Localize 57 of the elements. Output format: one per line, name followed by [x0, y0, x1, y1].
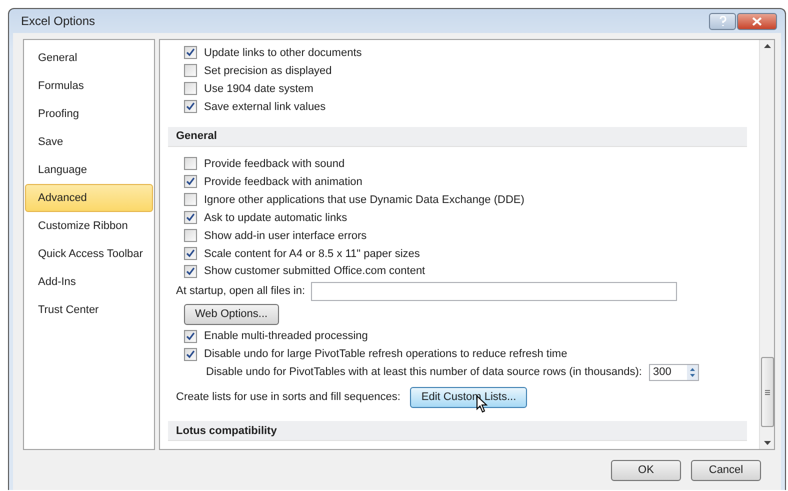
- section-header: Lotus compatibility: [168, 421, 747, 442]
- dialog-button[interactable]: Cancel: [691, 460, 761, 480]
- checkbox-label: Provide feedback with sound: [204, 158, 345, 170]
- checkbox[interactable]: [184, 264, 197, 278]
- checkbox-label: Save external link values: [204, 100, 326, 113]
- scroll-up-icon[interactable]: [764, 44, 770, 48]
- scroll-thumb[interactable]: [760, 357, 774, 427]
- checkbox[interactable]: [184, 229, 197, 242]
- checkbox[interactable]: [184, 193, 197, 206]
- sidebar-item[interactable]: Quick Access Toolbar: [25, 240, 153, 268]
- sidebar-item[interactable]: Proofing: [25, 100, 153, 128]
- spinner-arrows-icon[interactable]: [686, 364, 698, 380]
- spin-field[interactable]: 300: [648, 364, 699, 381]
- grip-icon: [764, 390, 770, 394]
- sidebar-item[interactable]: General: [25, 44, 153, 72]
- input-field[interactable]: [311, 282, 678, 301]
- checkbox-label: Show add-in user interface errors: [204, 230, 367, 242]
- checkbox[interactable]: [184, 100, 197, 114]
- checkbox[interactable]: [184, 211, 197, 224]
- sidebar-item[interactable]: Save: [25, 128, 153, 156]
- scrollbar[interactable]: [759, 40, 774, 449]
- checkbox[interactable]: [184, 46, 197, 60]
- checkbox-label: Show customer submitted Office.com content: [204, 265, 426, 278]
- action-label: Create lists for use in sorts and fill sequences:: [176, 391, 400, 404]
- sidebar-item[interactable]: Advanced: [25, 184, 153, 212]
- checkbox[interactable]: [184, 82, 197, 96]
- close-icon: [752, 16, 762, 26]
- sidebar-item[interactable]: Formulas: [25, 72, 153, 100]
- checkbox-label: Update links to other documents: [204, 46, 362, 59]
- section-header: General: [168, 126, 747, 147]
- checkbox[interactable]: [184, 330, 197, 343]
- web-options-button[interactable]: Web Options...: [184, 304, 279, 325]
- checkbox-label: Use 1904 date system: [204, 82, 314, 95]
- checkbox[interactable]: [184, 247, 197, 260]
- help-button[interactable]: [709, 12, 736, 30]
- scroll-down-icon[interactable]: [764, 441, 770, 445]
- dialog-button[interactable]: OK: [611, 460, 681, 480]
- close-button[interactable]: [737, 12, 777, 30]
- checkbox-label: Provide feedback with animation: [204, 176, 362, 188]
- spin-label: Disable undo for PivotTables with at least this number of data source rows (in thousands):: [206, 366, 642, 378]
- checkbox[interactable]: [184, 64, 197, 78]
- checkbox-label: Ask to update automatic links: [204, 212, 348, 224]
- checkbox-label: Scale content for A4 or 8.5 x 11" paper sizes: [204, 248, 420, 260]
- sidebar-item[interactable]: Trust Center: [25, 296, 153, 324]
- checkbox-label: Enable multi-threaded processing: [204, 330, 368, 342]
- sidebar-item[interactable]: Customize Ribbon: [25, 212, 153, 240]
- checkbox[interactable]: [184, 348, 197, 361]
- checkbox-label: Set precision as displayed: [204, 64, 332, 77]
- field-label: At startup, open all files in:: [176, 285, 306, 298]
- checkbox[interactable]: [184, 157, 197, 170]
- sidebar-item[interactable]: Add-Ins: [25, 268, 153, 296]
- window-title: Excel Options: [21, 14, 96, 28]
- sidebar-item[interactable]: Language: [25, 156, 153, 184]
- checkbox[interactable]: [184, 175, 197, 188]
- checkbox-label: Ignore other applications that use Dynamic Data Exchange (DDE): [204, 194, 524, 206]
- help-icon: [718, 16, 726, 26]
- checkbox-label: Disable undo for large PivotTable refresh operations to reduce refresh time: [204, 348, 568, 360]
